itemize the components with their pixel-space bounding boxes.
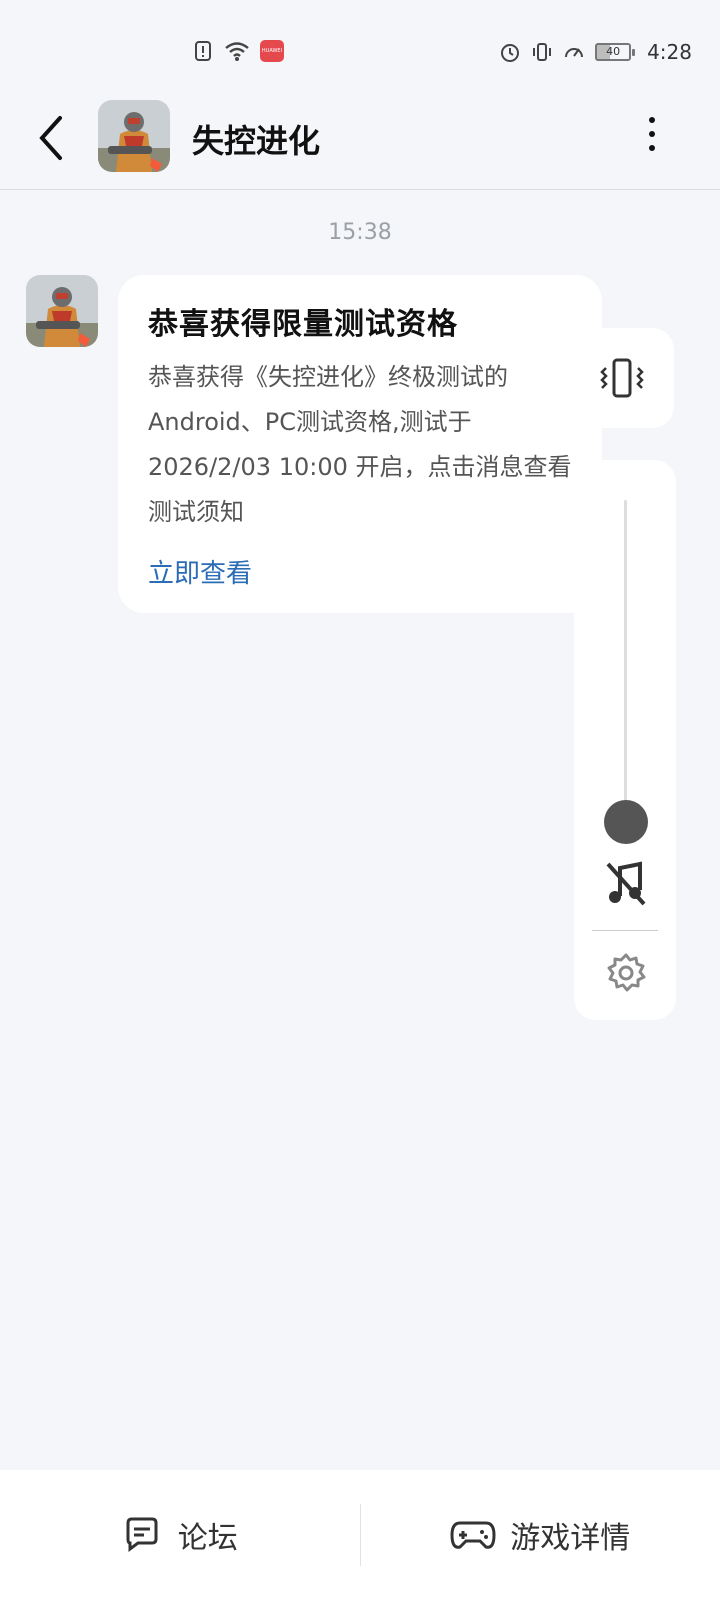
vibrate-icon: [533, 43, 552, 61]
volume-slider-track[interactable]: [624, 500, 627, 818]
forum-button[interactable]: 论坛: [0, 1470, 360, 1600]
sender-avatar[interactable]: [26, 275, 98, 347]
message-card[interactable]: 恭喜获得限量测试资格 恭喜获得《失控进化》终极测试的Android、PC测试资格…: [118, 275, 602, 613]
speed-icon: [565, 48, 584, 58]
alert-icon: [195, 41, 211, 61]
volume-panel: [574, 460, 676, 1020]
chat-header: 失控进化: [0, 90, 720, 190]
more-vertical-icon[interactable]: [642, 114, 662, 154]
wifi-icon: [225, 42, 249, 61]
status-time: 4:28: [647, 40, 692, 64]
vibrate-icon: [600, 358, 644, 398]
game-avatar[interactable]: [98, 100, 170, 172]
alarm-icon: [501, 44, 520, 62]
volume-slider-knob[interactable]: [604, 800, 648, 844]
chevron-left-icon[interactable]: [32, 108, 72, 168]
page-title: 失控进化: [192, 122, 321, 160]
status-bar: HUAWEI 40 4:28: [0, 0, 720, 90]
game-details-label: 游戏详情: [510, 1521, 631, 1556]
message-timestamp: 15:38: [328, 220, 392, 245]
message-body: 恭喜获得《失控进化》终极测试的Android、PC测试资格,测试于 2026/2…: [148, 363, 572, 526]
music-off-icon[interactable]: [604, 860, 648, 908]
gamepad-icon: [450, 1521, 496, 1549]
huawei-store-icon: HUAWEI: [260, 40, 284, 62]
view-now-link[interactable]: 立即查看: [148, 553, 252, 590]
message-title: 恭喜获得限量测试资格: [148, 307, 458, 342]
forum-label: 论坛: [177, 1521, 238, 1556]
battery-icon: 40: [595, 43, 636, 61]
vibrate-toggle[interactable]: [570, 328, 674, 428]
divider: [592, 930, 658, 931]
settings-gear-icon[interactable]: [605, 952, 647, 994]
forum-chat-icon: [126, 1517, 158, 1552]
bottom-bar: 论坛 游戏详情: [0, 1470, 720, 1600]
game-details-button[interactable]: 游戏详情: [361, 1470, 720, 1600]
